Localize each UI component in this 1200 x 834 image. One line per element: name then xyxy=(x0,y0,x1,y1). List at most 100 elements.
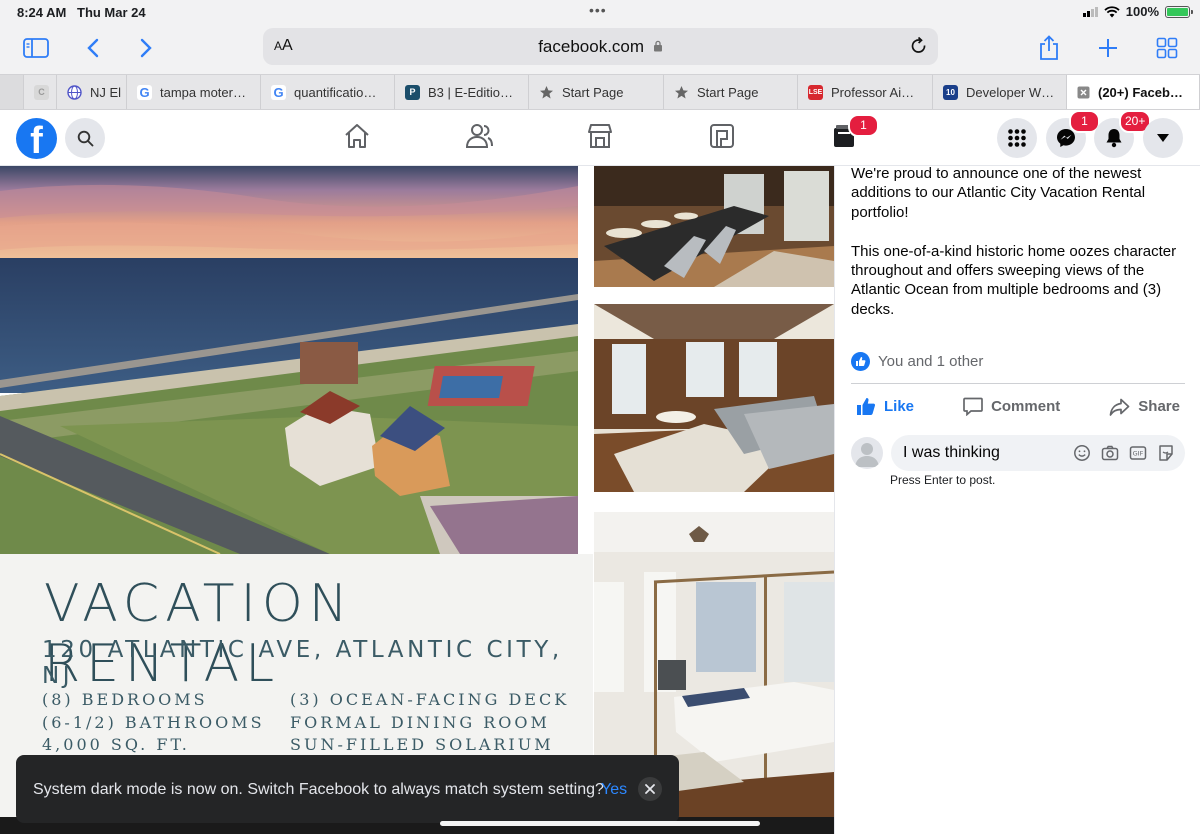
share-button[interactable]: Share xyxy=(1104,398,1185,416)
facebook-logo-icon[interactable]: f xyxy=(16,118,57,159)
tab-4[interactable]: P B3 | E-Editio… xyxy=(395,75,529,109)
flyer-feature: SUN-FILLED SOLARIUM xyxy=(290,735,554,754)
wifi-icon xyxy=(1104,5,1120,17)
svg-text:GIF: GIF xyxy=(1133,450,1144,458)
multitasking-dots-icon[interactable]: ••• xyxy=(589,2,607,18)
flyer-features-left: (8) BEDROOMS (6-1/2) BATHROOMS 4,000 SQ.… xyxy=(42,689,265,757)
status-time: 8:24 AM xyxy=(17,5,67,20)
tab-6[interactable]: Start Page xyxy=(664,75,798,109)
flyer-feature: (8) BEDROOMS xyxy=(42,690,208,709)
reaction-text: You and 1 other xyxy=(878,353,984,370)
gif-icon[interactable]: GIF xyxy=(1129,444,1147,462)
tab-label: Professor Ai… xyxy=(831,84,915,100)
caret-down-icon xyxy=(1157,134,1169,142)
tab-label: quantificatio… xyxy=(294,84,377,100)
close-icon xyxy=(645,784,655,794)
camera-icon[interactable] xyxy=(1101,444,1119,462)
url-text: facebook.com xyxy=(263,37,938,57)
toast-close-button[interactable] xyxy=(638,777,662,801)
safari-toolbar: AA facebook.com xyxy=(0,24,1200,74)
tab-overview-icon[interactable] xyxy=(1150,32,1184,64)
flyer-address: 120 ATLANTIC AVE, ATLANTIC CITY, NJ xyxy=(42,637,563,689)
status-indicators: 100% xyxy=(1082,4,1193,19)
forward-icon[interactable] xyxy=(129,32,163,64)
address-bar[interactable]: AA facebook.com xyxy=(263,28,938,65)
lock-icon xyxy=(653,40,662,52)
like-reaction-icon xyxy=(851,352,870,371)
bell-icon xyxy=(1106,129,1122,148)
star-favicon-icon xyxy=(675,85,688,98)
menu-button[interactable] xyxy=(997,118,1037,158)
home-indicator[interactable] xyxy=(440,821,760,826)
comment-hint: Press Enter to post. xyxy=(890,473,996,487)
tab-label: Start Page xyxy=(562,84,624,100)
tab-label: Start Page xyxy=(697,84,759,100)
home-icon[interactable] xyxy=(343,122,371,150)
tab-1[interactable]: NJ El xyxy=(57,75,127,109)
star-favicon-icon xyxy=(540,85,553,98)
comment-tools: GIF xyxy=(1073,444,1175,462)
tab-label: NJ El xyxy=(90,84,122,100)
gaming-badge: 1 xyxy=(848,114,879,137)
tab-7[interactable]: LSE Professor Ai… xyxy=(798,75,933,109)
reload-icon[interactable] xyxy=(909,36,929,61)
thumbs-up-icon xyxy=(857,398,876,415)
close-tab-icon[interactable] xyxy=(1077,86,1090,99)
like-button[interactable]: Like xyxy=(851,397,919,416)
aerial-photo[interactable] xyxy=(0,166,578,554)
cellular-signal-icon xyxy=(1082,6,1098,17)
facebook-top-nav: f 1 1 20+ xyxy=(0,110,1200,166)
post-paragraph-2: This one-of-a-kind historic home oozes c… xyxy=(851,242,1177,318)
tab-2[interactable]: G tampa moter… xyxy=(127,75,261,109)
emoji-icon[interactable] xyxy=(1073,444,1091,462)
share-icon[interactable] xyxy=(1032,32,1066,64)
marketplace-icon[interactable] xyxy=(586,122,614,150)
post-paragraph-1: We're proud to announce one of the newes… xyxy=(851,165,1146,221)
status-date: Thu Mar 24 xyxy=(77,5,146,20)
account-menu-button[interactable] xyxy=(1143,118,1183,158)
aerial-photo-drawing xyxy=(0,166,578,554)
comment-button[interactable]: Comment xyxy=(958,397,1065,416)
tab-favicon-icon: C xyxy=(34,84,49,100)
dining-room-drawing xyxy=(594,166,834,287)
tab-label: tampa moter… xyxy=(160,84,246,100)
photo-column xyxy=(593,166,834,834)
groups-icon[interactable] xyxy=(708,122,736,150)
toast-message: System dark mode is now on. Switch Faceb… xyxy=(33,781,604,798)
flyer-features-right: (3) OCEAN-FACING DECK FORMAL DINING ROOM… xyxy=(290,689,569,757)
tab-label: Developer W… xyxy=(966,84,1055,100)
ios-status-bar: 8:24 AM Thu Mar 24 ••• 100% xyxy=(0,0,1200,24)
search-icon xyxy=(77,130,93,146)
tab-8[interactable]: 10 Developer W… xyxy=(933,75,1067,109)
comment-composer: GIF xyxy=(851,435,1185,471)
comment-icon xyxy=(963,397,983,416)
living-room-photo[interactable] xyxy=(594,304,834,492)
reaction-summary[interactable]: You and 1 other xyxy=(851,352,983,371)
google-favicon-icon: G xyxy=(271,84,286,100)
avatar[interactable] xyxy=(851,437,883,469)
flyer-feature: FORMAL DINING ROOM xyxy=(290,712,550,732)
search-button[interactable] xyxy=(65,118,105,158)
tab-facebook-active[interactable]: (20+) Faceb… xyxy=(1067,75,1200,109)
friends-icon[interactable] xyxy=(464,122,494,150)
dark-mode-toast: System dark mode is now on. Switch Faceb… xyxy=(16,755,679,823)
back-icon[interactable] xyxy=(76,32,110,64)
tab-5[interactable]: Start Page xyxy=(529,75,664,109)
post-actions: Like Comment Share xyxy=(851,383,1185,429)
tab-label: B3 | E-Editio… xyxy=(428,84,514,100)
tab-edge xyxy=(0,75,24,109)
new-tab-icon[interactable] xyxy=(1091,32,1125,64)
lse-favicon-icon: LSE xyxy=(808,84,823,100)
sidebar-toggle-icon[interactable] xyxy=(19,32,53,64)
tab-0[interactable]: C xyxy=(24,75,57,109)
sticker-icon[interactable] xyxy=(1157,444,1175,462)
press-favicon-icon: P xyxy=(405,84,420,100)
dining-room-photo[interactable] xyxy=(594,166,834,287)
flyer-feature: 4,000 SQ. FT. xyxy=(42,735,190,754)
living-room-drawing xyxy=(594,304,834,492)
flyer-feature: (3) OCEAN-FACING DECK xyxy=(290,690,570,709)
share-arrow-icon xyxy=(1109,398,1130,416)
tab-3[interactable]: G quantificatio… xyxy=(261,75,395,109)
developer-favicon-icon: 10 xyxy=(943,84,958,100)
toast-yes-button[interactable]: Yes xyxy=(601,781,627,799)
